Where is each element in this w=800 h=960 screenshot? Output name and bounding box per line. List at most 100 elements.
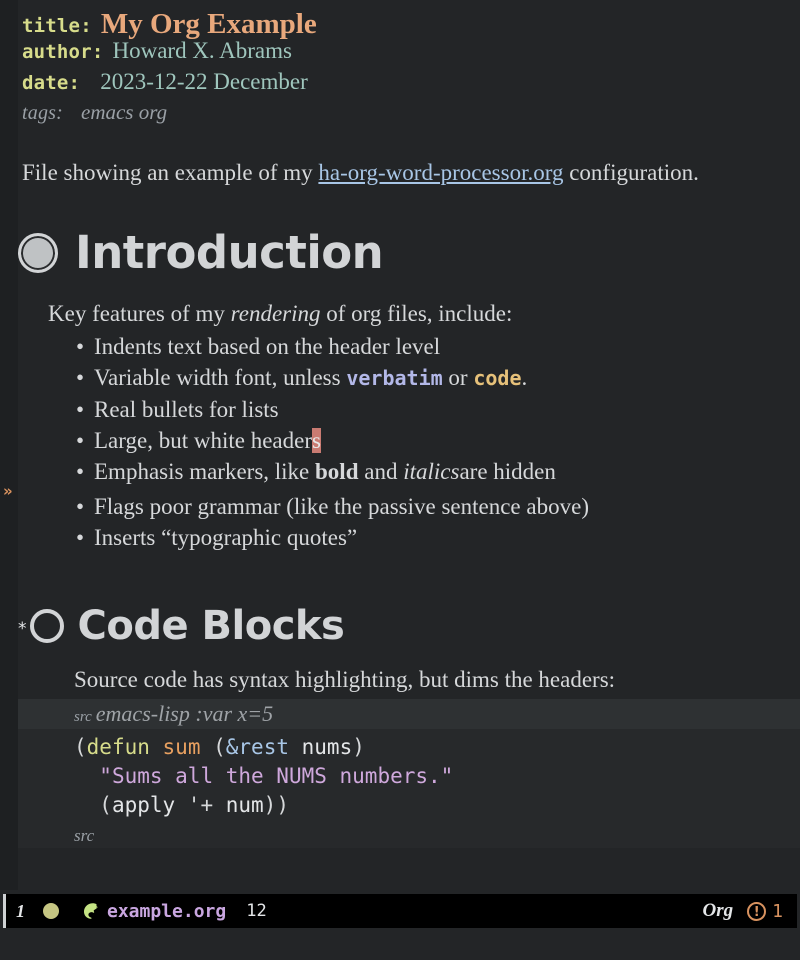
list-item-text: Emphasis markers, like: [94, 459, 316, 485]
src-code-line: (defun sum (&rest nums): [74, 733, 800, 762]
src-token-paren: [150, 735, 163, 759]
src-token-str: "Sums all the NUMS numbers.": [99, 764, 454, 789]
lead-after: of org files, include:: [320, 301, 513, 327]
keyword-row-title: title: My Org Example: [22, 7, 800, 40]
org-bullet-level2-icon: [29, 609, 64, 644]
keyword-row-author: author: Howard X. Abrams: [22, 38, 800, 69]
continuation-marker-icon: »: [3, 482, 13, 500]
src-block-begin-line: src emacs-lisp :var x=5: [18, 699, 800, 730]
mode-line-right: Org ! 1: [703, 900, 783, 922]
italic-text: italics: [403, 459, 460, 485]
src-token-defun: defun: [86, 735, 150, 760]
list-item: Indents text based on the header level: [76, 331, 800, 362]
src-token-paren: (: [200, 735, 226, 760]
heading-code-blocks-label: Code Blocks: [77, 603, 345, 650]
src-token-paren: [74, 764, 99, 788]
keyword-row-tags: tags: emacs org: [22, 100, 800, 131]
keyword-value-author: Howard X. Abrams: [112, 38, 292, 63]
buffer-status-dot-icon[interactable]: [43, 903, 59, 919]
buffer-content: title: My Org Example author: Howard X. …: [18, 0, 800, 890]
left-fringe: »: [0, 0, 18, 890]
list-item-text: Variable width font, unless: [94, 365, 347, 391]
org-buffer[interactable]: » title: My Org Example author: Howard X…: [0, 0, 800, 890]
list-item: Flags poor grammar (like the passive sen…: [76, 491, 800, 522]
src-token-var: num: [225, 793, 264, 818]
src-token-paren: '+: [175, 793, 226, 818]
org-bullet-level1-icon: [18, 232, 58, 273]
src-token-var: nums: [301, 735, 353, 760]
warning-count: 1: [772, 900, 783, 922]
mode-line-container: 1 example.org 12 Org ! 1: [0, 890, 800, 932]
gnu-emacs-icon: [79, 900, 101, 922]
feature-list: Indents text based on the header level V…: [48, 331, 800, 553]
window-number: 1: [16, 900, 25, 921]
list-item-text: Inserts “typographic quotes”: [94, 525, 358, 551]
mode-line[interactable]: 1 example.org 12 Org ! 1: [3, 894, 797, 928]
org-link-ha-org-word-processor[interactable]: ha-org-word-processor.org: [318, 160, 563, 185]
list-item: Real bullets for lists: [76, 394, 800, 425]
list-item: Emphasis markers, like bold and italics​…: [76, 456, 800, 491]
org-bullet-level2-group: *: [18, 609, 64, 644]
bold-text: bold: [315, 459, 359, 485]
line-number: 12: [246, 901, 267, 921]
keyword-value-tags: emacs org: [81, 100, 168, 124]
src-code-line: "Sums all the NUMS numbers.": [74, 762, 800, 791]
heading-code-blocks[interactable]: * Code Blocks: [18, 603, 800, 649]
heading-introduction-label: Introduction: [75, 226, 384, 280]
section-code-blocks-body: Source code has syntax highlighting, but…: [18, 667, 800, 849]
list-item-text: Large, but white header: [94, 428, 312, 454]
src-block-end-line: src: [18, 824, 800, 849]
keyword-row-date: date: 2023-12-22 December: [22, 69, 800, 100]
src-token-paren: (: [74, 793, 112, 818]
flycheck-warning-indicator[interactable]: ! 1: [747, 901, 783, 922]
list-item-text: Flags poor grammar (like the passive sen…: [94, 494, 589, 520]
src-begin-args: emacs-lisp :var x=5: [95, 701, 274, 727]
src-token-var: apply: [111, 793, 176, 818]
list-item-text-middle: and: [358, 459, 404, 485]
intro-paragraph: File showing an example of my ha-org-wor…: [22, 157, 800, 188]
lead-emphasis: rendering: [230, 301, 321, 327]
src-token-fname: sum: [162, 735, 201, 760]
keyword-label-date: date:: [22, 72, 81, 94]
keyword-value-date: 2023-12-22 December: [100, 69, 308, 94]
lead-before: Key features of my: [48, 301, 231, 327]
list-item-text-after: .: [521, 365, 528, 391]
mode-line-left: 1 example.org 12: [16, 900, 267, 922]
list-item-text: Indents text based on the header level: [94, 334, 441, 360]
keyword-label-tags: tags:: [22, 102, 63, 124]
src-block-code[interactable]: (defun sum (&rest nums) "Sums all the NU…: [18, 729, 800, 825]
verbatim-text: verbatim: [346, 366, 443, 391]
section-introduction-body: Key features of my rendering of org file…: [48, 301, 800, 553]
src-token-paren: )): [263, 793, 289, 818]
emacs-frame: » title: My Org Example author: Howard X…: [0, 0, 800, 960]
src-token-paren: ): [352, 735, 365, 760]
list-item-text: Real bullets for lists: [94, 397, 279, 423]
list-item: Large, but white headers: [76, 425, 800, 456]
src-code-line: (apply '+ num)): [74, 791, 800, 820]
keyword-label-title: title:: [22, 15, 92, 37]
major-mode-label[interactable]: Org: [703, 900, 734, 922]
echo-area[interactable]: [0, 932, 800, 960]
list-item: Variable width font, unless verbatim or …: [76, 362, 800, 394]
code-text: code: [473, 366, 522, 391]
warning-circle-icon: !: [747, 901, 767, 921]
src-token-paren: [289, 735, 302, 759]
list-item-text-middle: or: [442, 365, 474, 391]
text-cursor: s: [311, 428, 321, 454]
src-begin-keyword: src: [74, 709, 92, 726]
src-end-keyword: src: [74, 826, 95, 846]
keyword-value-title: My Org Example: [100, 8, 317, 40]
src-token-paren: (: [74, 735, 87, 760]
list-item: Inserts “typographic quotes”: [76, 522, 800, 553]
src-token-amp: &rest: [225, 735, 289, 760]
heading-introduction[interactable]: Introduction: [18, 226, 800, 279]
list-item-text-after: are hidden: [459, 459, 556, 485]
buffer-name[interactable]: example.org: [107, 901, 226, 922]
intro-lead-paragraph: Key features of my rendering of org file…: [48, 301, 800, 327]
code-blocks-lead: Source code has syntax highlighting, but…: [74, 667, 616, 693]
intro-text-after: configuration.: [563, 160, 699, 185]
intro-text-before: File showing an example of my: [22, 160, 319, 185]
org-keyword-header: title: My Org Example author: Howard X. …: [18, 0, 800, 131]
heading-stars: *: [18, 618, 27, 639]
keyword-label-author: author:: [22, 41, 104, 63]
